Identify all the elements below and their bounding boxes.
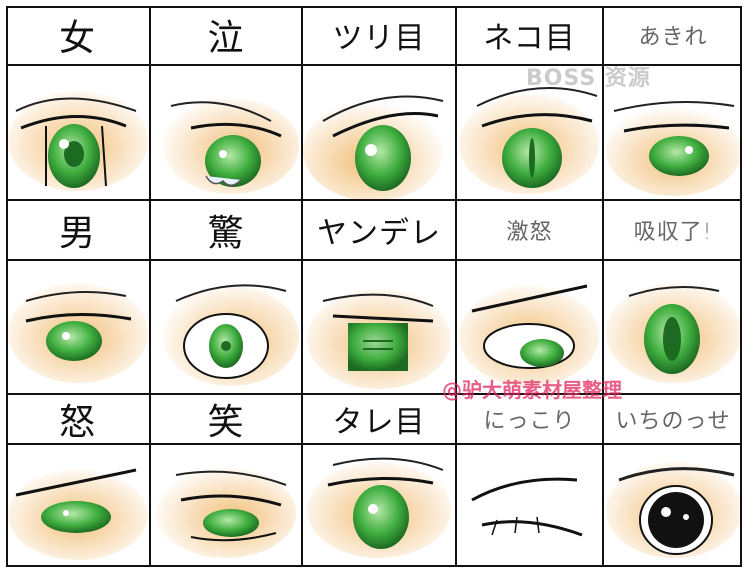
label-otoko: 男 — [58, 213, 96, 254]
grid-border-top — [6, 6, 742, 8]
label-onna: 女 — [58, 18, 96, 59]
eye-female — [6, 66, 149, 199]
eye-laughing — [151, 445, 301, 567]
label-ikari: 怒 — [58, 402, 96, 443]
grid-border-right — [740, 6, 742, 567]
eye-tareme — [303, 445, 455, 567]
label-naki: 泣 — [207, 18, 245, 59]
grid-row-line — [6, 199, 742, 201]
grid-col-line — [301, 6, 303, 567]
eye-nikkori — [457, 445, 602, 567]
eye-ichinose — [604, 445, 742, 567]
label-yandere: ヤンデレ — [317, 216, 441, 251]
eye-tsurime — [303, 66, 455, 199]
eye-male — [6, 261, 149, 393]
label-tsurime: ツリ目 — [332, 21, 426, 56]
label-nekome: ネコ目 — [483, 21, 576, 56]
label-odoroki: 驚 — [207, 213, 245, 254]
eye-crying — [151, 66, 301, 199]
label-warai: 笑 — [207, 402, 245, 443]
label-kyuushuu: 吸収了! — [633, 220, 713, 245]
grid-row-line — [6, 393, 742, 395]
grid-border-left — [6, 6, 8, 567]
label-gekido: 激怒 — [506, 220, 553, 245]
grid-row-line — [6, 259, 742, 261]
grid-row-line — [6, 443, 742, 445]
watermark-credit: @驴大萌素材屋整理 — [442, 378, 622, 402]
eye-expression-chart: 女 泣 ツリ目 ネコ目 あきれ 男 驚 ヤンデレ 激怒 吸収了! 怒 笑 タレ目… — [6, 6, 742, 567]
watermark-boss: BOSS 资源 — [526, 66, 651, 91]
grid-col-line — [455, 6, 457, 567]
grid-border-bottom — [6, 565, 742, 567]
label-akiraki: あきれ — [638, 25, 708, 50]
eye-angry — [6, 445, 149, 567]
label-tareme: タレ目 — [332, 405, 426, 440]
label-ichinose: いちのっせ — [615, 409, 731, 434]
eye-kyuushuu — [604, 261, 742, 393]
eye-yandere — [303, 261, 455, 393]
eye-surprised — [151, 261, 301, 393]
grid-col-line — [149, 6, 151, 567]
